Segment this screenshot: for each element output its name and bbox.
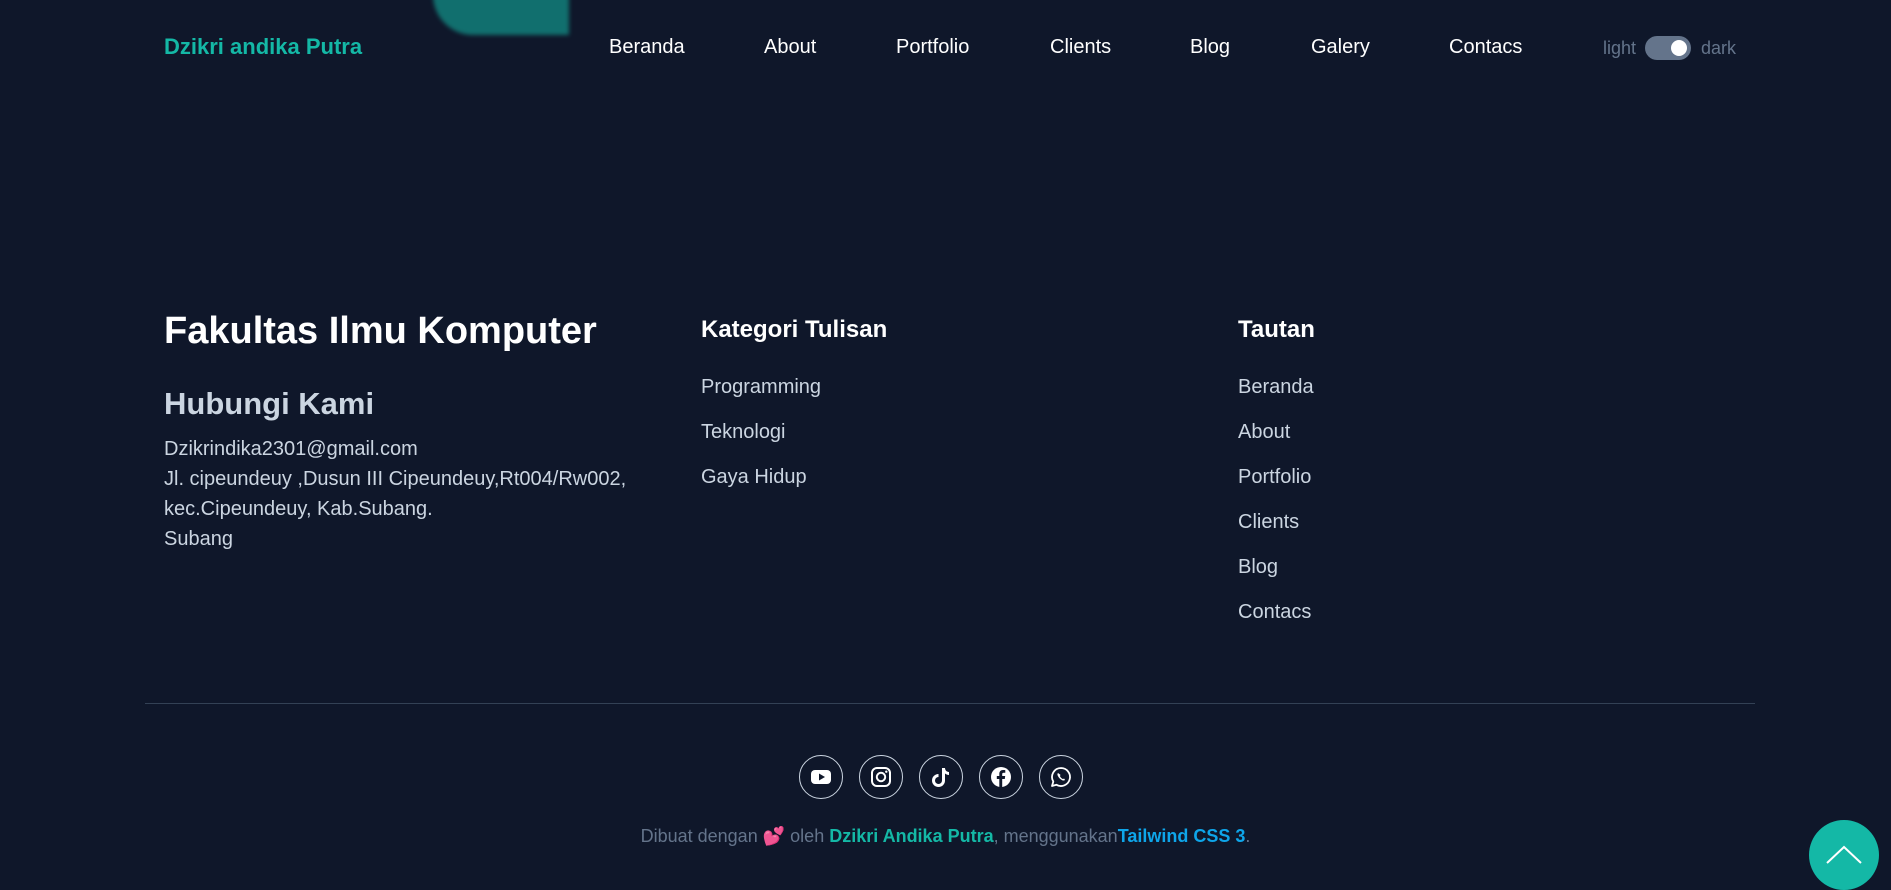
nav-portfolio[interactable]: Portfolio — [896, 36, 969, 59]
footer-link-contacs[interactable]: Contacs — [1238, 601, 1311, 624]
whatsapp-icon — [1051, 767, 1071, 787]
credit-by: oleh — [790, 826, 825, 846]
back-to-top-button[interactable] — [1809, 820, 1879, 890]
nav-clients[interactable]: Clients — [1050, 36, 1111, 59]
credit-suffix: . — [1245, 826, 1251, 846]
contact-city: Subang — [164, 528, 233, 550]
footer-link-portfolio[interactable]: Portfolio — [1238, 466, 1311, 489]
footer-divider — [145, 703, 1755, 704]
footer-links-column: Tautan Beranda About Portfolio Clients B… — [1238, 316, 1638, 636]
theme-switch-knob — [1671, 40, 1687, 56]
nav-galery[interactable]: Galery — [1311, 36, 1370, 59]
category-gaya-hidup[interactable]: Gaya Hidup — [701, 466, 807, 489]
tailwind-link[interactable]: Tailwind CSS 3 — [1118, 826, 1246, 846]
categories-title: Kategori Tulisan — [701, 316, 888, 343]
contact-address-1: Jl. cipeundeuy ,Dusun III Cipeundeuy,Rt0… — [164, 468, 627, 490]
facebook-icon — [991, 767, 1011, 787]
heart-emoji: 💕 — [762, 826, 786, 846]
nav-about[interactable]: About — [764, 36, 816, 59]
toggle-light-label: light — [1603, 38, 1637, 58]
footer-contact-column: Fakultas Ilmu Komputer Hubungi Kami Dzik… — [164, 310, 664, 570]
instagram-link[interactable] — [859, 755, 903, 799]
decorative-blob — [433, 0, 569, 35]
youtube-link[interactable] — [799, 755, 843, 799]
chevron-up-icon — [1826, 845, 1862, 864]
tiktok-icon — [932, 768, 949, 787]
tiktok-link[interactable] — [919, 755, 963, 799]
contact-email: Dzikrindika2301@gmail.com — [164, 438, 418, 460]
category-programming[interactable]: Programming — [701, 376, 821, 399]
whatsapp-link[interactable] — [1039, 755, 1083, 799]
nav-beranda[interactable]: Beranda — [609, 36, 685, 59]
theme-switch[interactable] — [1645, 36, 1691, 60]
brand-logo[interactable]: Dzikri andika Putra — [164, 34, 362, 60]
credit-prefix: Dibuat dengan — [640, 826, 758, 846]
footer-link-about[interactable]: About — [1238, 421, 1290, 444]
nav-contacs[interactable]: Contacs — [1449, 36, 1522, 59]
footer-categories-column: Kategori Tulisan Programming Teknologi G… — [701, 316, 1101, 496]
footer-link-blog[interactable]: Blog — [1238, 556, 1278, 579]
category-teknologi[interactable]: Teknologi — [701, 421, 786, 444]
footer-link-beranda[interactable]: Beranda — [1238, 376, 1314, 399]
footer-link-clients[interactable]: Clients — [1238, 511, 1299, 534]
credit-using: , menggunakan — [993, 826, 1118, 846]
navbar: Dzikri andika Putra Beranda About Portfo… — [0, 0, 1891, 96]
facebook-link[interactable] — [979, 755, 1023, 799]
toggle-dark-label: dark — [1701, 38, 1737, 58]
contact-address-2: kec.Cipeundeuy, Kab.Subang. — [164, 498, 433, 520]
instagram-icon — [871, 767, 891, 787]
contact-title: Hubungi Kami — [164, 386, 375, 421]
youtube-icon — [811, 770, 831, 784]
org-title: Fakultas Ilmu Komputer — [164, 310, 597, 352]
nav-blog[interactable]: Blog — [1190, 36, 1230, 59]
footer-credit: Dibuat dengan 💕 oleh Dzikri Andika Putra… — [0, 826, 1891, 847]
author-link[interactable]: Dzikri Andika Putra — [829, 826, 993, 846]
links-title: Tautan — [1238, 316, 1315, 343]
